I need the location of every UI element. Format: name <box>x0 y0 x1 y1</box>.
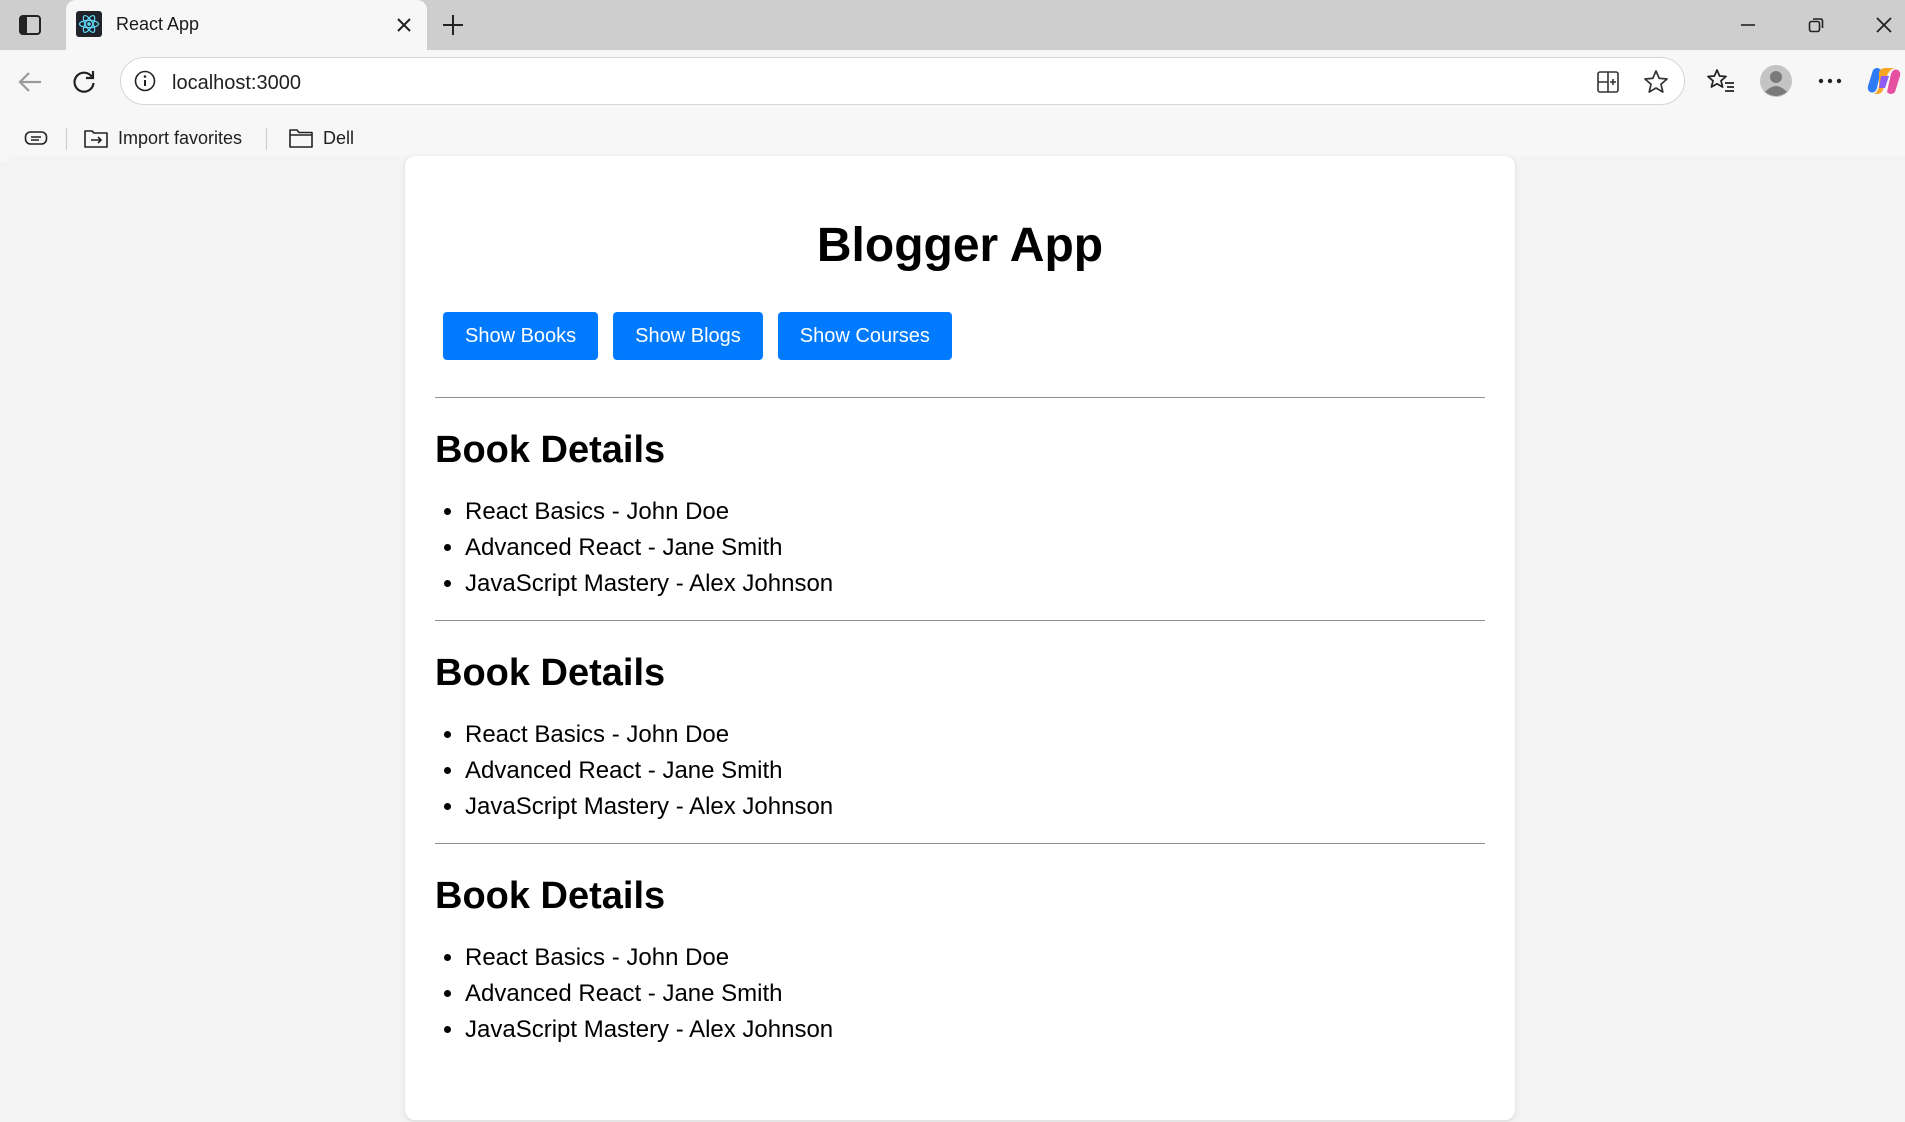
list-item: React Basics - John Doe <box>465 717 1485 753</box>
bookmark-import-favorites[interactable]: Import favorites <box>83 124 242 152</box>
close-window-icon[interactable] <box>1864 10 1904 40</box>
bookmark-separator <box>266 128 267 150</box>
book-list: React Basics - John Doe Advanced React -… <box>435 717 1485 825</box>
favorite-star-icon[interactable] <box>1642 68 1670 96</box>
profile-avatar-icon[interactable] <box>1758 63 1794 99</box>
list-item: Advanced React - Jane Smith <box>465 530 1485 566</box>
react-logo-icon <box>76 11 102 37</box>
split-screen-icon[interactable] <box>1594 68 1622 96</box>
section-heading: Book Details <box>435 429 666 471</box>
browser-toolbar: localhost:3000 Import favorites Dell <box>0 50 1905 162</box>
active-tab[interactable]: React App <box>66 0 427 51</box>
tab-strip: React App <box>0 0 1905 51</box>
bookmark-label: Import favorites <box>118 127 243 148</box>
site-info-icon[interactable] <box>133 69 157 93</box>
list-item: Advanced React - Jane Smith <box>465 753 1485 789</box>
folder-icon <box>289 129 313 148</box>
import-favorites-icon <box>84 130 108 148</box>
restore-icon[interactable] <box>1796 10 1836 40</box>
bookmark-separator <box>66 128 67 150</box>
section-heading: Book Details <box>435 875 666 917</box>
more-options-icon[interactable] <box>1812 63 1848 99</box>
page-title: Blogger App <box>816 219 1104 272</box>
new-tab-icon[interactable] <box>438 10 468 40</box>
list-item: Advanced React - Jane Smith <box>465 976 1485 1012</box>
back-arrow-icon[interactable] <box>12 64 48 100</box>
list-item: JavaScript Mastery - Alex Johnson <box>465 566 1485 602</box>
tab-close-icon[interactable] <box>391 12 417 38</box>
show-books-button[interactable]: Show Books <box>443 312 599 360</box>
favorites-list-icon[interactable] <box>1703 63 1739 99</box>
list-item: JavaScript Mastery - Alex Johnson <box>465 1012 1485 1048</box>
bookmark-folder-dell[interactable]: Dell <box>288 124 354 152</box>
minimize-icon[interactable] <box>1728 10 1768 40</box>
book-details-section: Book Details React Basics - John Doe Adv… <box>435 398 1485 602</box>
book-details-section: Book Details React Basics - John Doe Adv… <box>435 844 1485 1048</box>
book-details-section: Book Details React Basics - John Doe Adv… <box>435 621 1485 825</box>
book-list: React Basics - John Doe Advanced React -… <box>435 494 1485 602</box>
book-list: React Basics - John Doe Advanced React -… <box>435 940 1485 1048</box>
tab-actions-icon[interactable] <box>14 12 46 38</box>
reading-list-icon[interactable] <box>24 124 57 152</box>
address-bar[interactable]: localhost:3000 <box>120 57 1685 105</box>
copilot-icon[interactable] <box>1866 63 1902 99</box>
list-item: React Basics - John Doe <box>465 940 1485 976</box>
section-heading: Book Details <box>435 652 666 694</box>
list-item: JavaScript Mastery - Alex Johnson <box>465 789 1485 825</box>
url-text: localhost:3000 <box>172 72 301 94</box>
page-viewport: Blogger App Show Books Show Blogs Show C… <box>6 156 1905 1122</box>
tab-title: React App <box>116 14 200 34</box>
show-courses-button[interactable]: Show Courses <box>777 312 952 360</box>
refresh-icon[interactable] <box>66 64 102 100</box>
app-container: Blogger App Show Books Show Blogs Show C… <box>405 156 1515 1120</box>
button-row: Show Books Show Blogs Show Courses <box>443 312 1485 360</box>
bookmark-label: Dell <box>323 127 355 148</box>
list-item: React Basics - John Doe <box>465 494 1485 530</box>
bookmarks-bar: Import favorites Dell <box>0 114 1905 162</box>
show-blogs-button[interactable]: Show Blogs <box>613 312 763 360</box>
